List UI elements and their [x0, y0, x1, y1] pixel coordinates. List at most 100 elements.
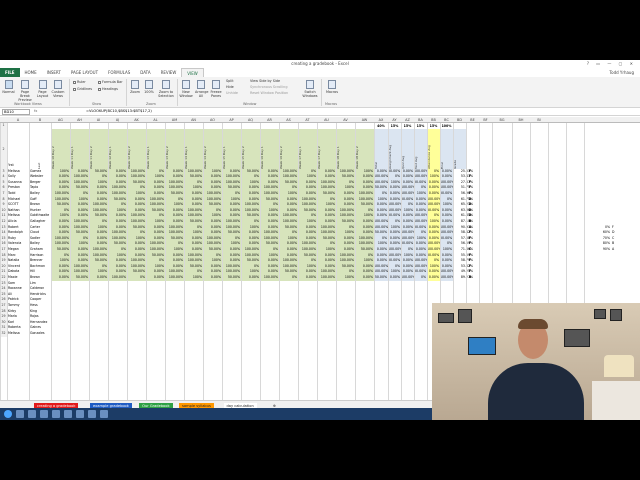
tab-formulas[interactable]: FORMULAS [103, 68, 135, 77]
synchronous-scrolling-button[interactable]: Synchronous Scrolling [250, 85, 287, 89]
grade-cell[interactable]: 0.00% [146, 275, 165, 281]
grade-cell[interactable]: 100.00% [165, 275, 184, 281]
column-header[interactable]: AS [279, 117, 298, 123]
split-button[interactable]: Split [226, 79, 234, 83]
fx-icon[interactable]: fx [34, 109, 37, 113]
grade-cell[interactable]: 0.00% [51, 275, 70, 281]
column-header[interactable]: AO [203, 117, 222, 123]
taskbar-app-icon[interactable] [40, 410, 48, 418]
reset-window-position-button[interactable]: Reset Window Position [250, 91, 288, 95]
grade-cell[interactable]: 0.00% [203, 275, 222, 281]
grade-cell[interactable]: 50.00% [222, 275, 241, 281]
column-header[interactable]: AZ [401, 117, 414, 123]
column-header[interactable]: AY [388, 117, 401, 123]
grade-cell[interactable]: 0.00% [298, 275, 317, 281]
column-header[interactable]: AR [260, 117, 279, 123]
column-header[interactable]: AX [374, 117, 388, 123]
taskbar-app-icon[interactable] [64, 410, 72, 418]
zoom-to-selection-button[interactable]: Zoom to Selection [157, 79, 175, 98]
grade-cell[interactable]: 100.00% [260, 275, 279, 281]
taskbar-app-icon[interactable] [88, 410, 96, 418]
column-header[interactable]: BG [492, 117, 512, 123]
tab-home[interactable]: HOME [20, 68, 42, 77]
row-header[interactable]: 2 [0, 128, 7, 169]
taskbar-app-icon[interactable] [52, 410, 60, 418]
tab-file[interactable]: FILE [0, 68, 20, 77]
column-header[interactable]: AU [317, 117, 336, 123]
grade-cell[interactable]: 100.00% [401, 275, 414, 281]
hide-button[interactable]: Hide [226, 85, 234, 89]
letter-grade-cell[interactable]: B [466, 275, 474, 281]
column-header[interactable]: BD [453, 117, 466, 123]
tab-insert[interactable]: INSERT [42, 68, 66, 77]
tab-view[interactable]: VIEW [181, 68, 204, 77]
column-header[interactable]: A [7, 117, 29, 123]
macros-button[interactable]: Macros [324, 79, 340, 94]
scale-letter-cell[interactable]: A [612, 247, 620, 253]
column-header[interactable]: AV [336, 117, 355, 123]
column-header[interactable]: BI [530, 117, 548, 123]
view-side-by-side-button[interactable]: View Side by Side [250, 79, 280, 83]
column-header[interactable]: AP [222, 117, 241, 123]
taskbar-app-icon[interactable] [76, 410, 84, 418]
grade-cell[interactable]: 0% [279, 275, 298, 281]
new-window-button[interactable]: New Window [179, 79, 193, 98]
grade-cell[interactable]: 0.00% [89, 275, 108, 281]
page-layout-button[interactable]: Page Layout [36, 79, 49, 98]
grade-cell[interactable]: 100% [336, 275, 355, 281]
column-header[interactable]: BH [512, 117, 530, 123]
grade-cell[interactable]: 100.00% [440, 275, 453, 281]
grade-cell[interactable]: 100% [184, 275, 203, 281]
gridlines-checkbox[interactable]: Gridlines [73, 87, 92, 91]
grade-cell[interactable]: 0% [414, 275, 427, 281]
switch-windows-button[interactable]: Switch Windows [302, 79, 318, 98]
column-header[interactable]: AQ [241, 117, 260, 123]
window-controls[interactable]: ? ▭ — ▢ ✕ [587, 61, 636, 66]
column-header[interactable]: AW [355, 117, 374, 123]
grade-cell[interactable]: 0.00% [241, 275, 260, 281]
tab-review[interactable]: REVIEW [156, 68, 182, 77]
arrange-all-button[interactable]: Arrange All [195, 79, 209, 98]
row-header[interactable]: 32 [0, 331, 7, 337]
column-header[interactable]: BA [414, 117, 427, 123]
column-header[interactable]: AJ [108, 117, 127, 123]
grade-cell[interactable]: 0% [127, 275, 146, 281]
freeze-panes-button[interactable]: Freeze Panes [209, 79, 223, 98]
column-header[interactable]: AM [165, 117, 184, 123]
column-header[interactable]: BE [466, 117, 479, 123]
formula-bar-checkbox[interactable]: Formula Bar [98, 80, 123, 84]
grade-cell[interactable]: 100.00% [317, 275, 336, 281]
first-name-cell[interactable]: Melissa [8, 331, 30, 337]
column-header[interactable]: AT [298, 117, 317, 123]
tab-data[interactable]: DATA [135, 68, 155, 77]
scale-threshold-cell[interactable]: 90% [596, 247, 610, 253]
start-icon[interactable] [4, 410, 12, 418]
column-header[interactable]: AL [146, 117, 165, 123]
unhide-button[interactable]: Unhide [226, 91, 238, 95]
user-name[interactable]: Todd Yrhaug [609, 70, 634, 75]
normal-view-button[interactable]: Normal [2, 79, 15, 94]
grade-cell[interactable]: 100.00% [108, 275, 127, 281]
grade-cell[interactable]: 0.00% [427, 275, 440, 281]
formula-input[interactable]: =VLOOKUP(BC10,$BS$13:$BT$17,2) [86, 109, 152, 114]
grade-cell[interactable]: 50.00% [70, 275, 89, 281]
ruler-checkbox[interactable]: Ruler [73, 80, 86, 84]
page-break-preview-button[interactable]: Page Break Preview [17, 79, 33, 102]
last-name-cell[interactable]: Gonzales [30, 331, 52, 337]
column-header[interactable]: AG [51, 117, 70, 123]
grade-cell[interactable]: 0.00% [355, 275, 374, 281]
tab-page-layout[interactable]: PAGE LAYOUT [66, 68, 103, 77]
column-header[interactable]: AI [89, 117, 108, 123]
column-header[interactable]: AN [184, 117, 203, 123]
taskbar-app-icon[interactable] [16, 410, 24, 418]
name-box[interactable]: BD10 [2, 109, 30, 115]
headings-checkbox[interactable]: Headings [98, 87, 118, 91]
custom-views-button[interactable]: Custom Views [51, 79, 65, 98]
taskbar-app-icon[interactable] [28, 410, 36, 418]
column-header[interactable]: AK [127, 117, 146, 123]
column-header[interactable]: AH [70, 117, 89, 123]
column-header[interactable]: B [29, 117, 51, 123]
taskbar-app-icon[interactable] [100, 410, 108, 418]
column-header[interactable]: BC [440, 117, 453, 123]
zoom-button[interactable]: Zoom [129, 79, 141, 94]
